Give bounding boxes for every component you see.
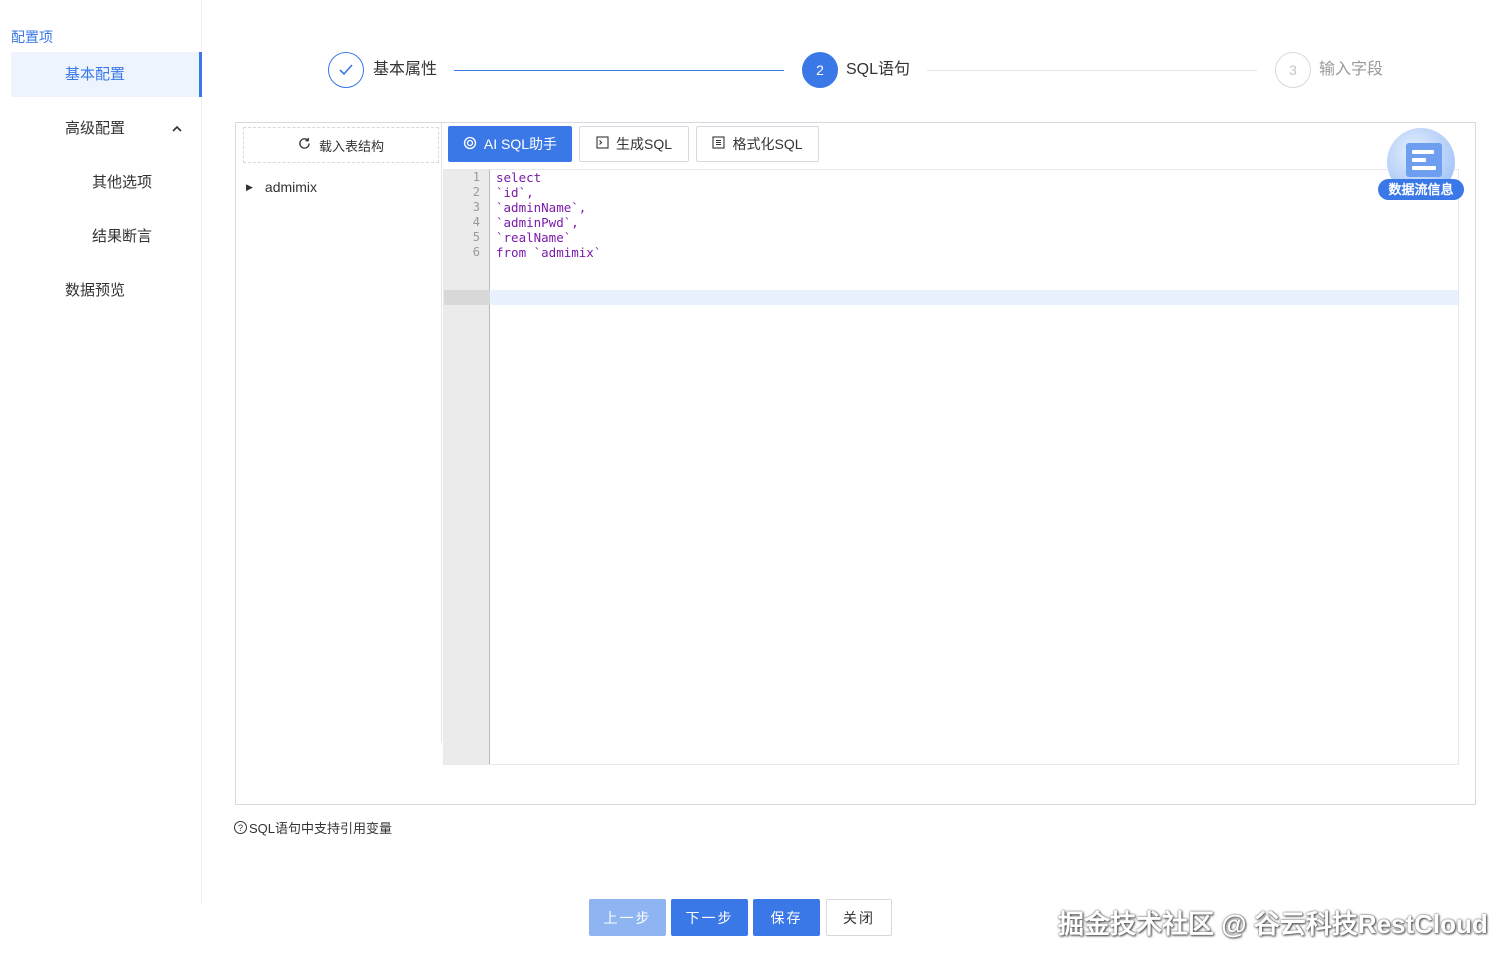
caret-right-icon[interactable]: ▶	[246, 182, 253, 193]
tree-node-label: admimix	[264, 179, 318, 195]
code-line: `id`,	[496, 185, 534, 200]
sidebar-item-label: 高级配置	[65, 120, 126, 137]
sidebar-item-advanced-config[interactable]: 高级配置	[11, 106, 202, 151]
variable-hint-text: SQL语句中支持引用变量	[249, 821, 393, 836]
data-flow-info-button[interactable]: 数据流信息	[1378, 128, 1466, 204]
step-3-label: 输入字段	[1319, 61, 1384, 78]
step-2-number: 2	[802, 52, 838, 88]
step-2-label: SQL语句	[846, 61, 911, 78]
sql-panel: 载入表结构 ▶ admimix AI SQL助手 生成SQL 格式化SQL 1 …	[235, 122, 1476, 805]
format-sql-button[interactable]: 格式化SQL	[696, 126, 819, 162]
step-connector	[454, 70, 784, 71]
sidebar-item-result-assertion[interactable]: 结果断言	[11, 214, 202, 259]
sidebar-item-label: 其他选项	[92, 174, 153, 191]
terminal-icon	[596, 136, 609, 152]
ai-sql-assistant-label: AI SQL助手	[483, 136, 558, 152]
active-line-gutter	[444, 290, 490, 305]
sidebar: 配置项 基本配置 高级配置 其他选项 结果断言 数据预览	[0, 0, 202, 905]
active-line-highlight	[490, 290, 1458, 305]
line-number: 1	[472, 170, 480, 184]
sidebar-item-label: 数据预览	[65, 282, 126, 299]
step-1-label: 基本属性	[373, 61, 438, 78]
variable-hint: ? SQL语句中支持引用变量	[234, 818, 392, 837]
tree-node[interactable]: ▶ admimix	[246, 179, 317, 195]
format-sql-label: 格式化SQL	[732, 136, 803, 152]
code-line: `realName`	[496, 230, 572, 245]
step-1-check-icon	[328, 52, 364, 88]
load-table-structure-label: 载入表结构	[318, 138, 384, 154]
code-line: `adminName`,	[496, 200, 587, 215]
generate-sql-button[interactable]: 生成SQL	[579, 126, 689, 162]
next-step-button[interactable]: 下一步	[671, 899, 748, 936]
step-3-number: 3	[1275, 52, 1311, 88]
line-number: 4	[472, 215, 480, 229]
line-number: 5	[472, 230, 480, 244]
load-table-structure-button[interactable]: 载入表结构	[243, 127, 439, 163]
ai-icon	[463, 136, 477, 153]
prev-step-button[interactable]: 上一步	[589, 899, 666, 936]
sql-code-editor[interactable]: 1 2 3 4 5 6 select `id`, `adminName`, `a…	[443, 169, 1459, 765]
sidebar-item-basic-config[interactable]: 基本配置	[11, 52, 202, 97]
close-button[interactable]: 关闭	[826, 899, 892, 936]
line-number: 3	[472, 200, 480, 214]
document-icon	[1406, 143, 1442, 177]
sidebar-header: 配置项	[11, 29, 53, 45]
format-icon	[712, 136, 726, 152]
sidebar-item-other-options[interactable]: 其他选项	[11, 160, 202, 205]
save-button[interactable]: 保存	[753, 899, 820, 936]
help-circle-icon: ?	[234, 821, 247, 834]
code-line: select	[496, 170, 542, 185]
line-number: 6	[472, 245, 480, 259]
code-line: from `admimix`	[496, 245, 602, 260]
refresh-icon	[298, 137, 311, 153]
watermark: 掘金技术社区 @ 谷云科技RestCloud	[1058, 909, 1488, 939]
step-connector	[927, 70, 1257, 71]
ai-sql-assistant-button[interactable]: AI SQL助手	[448, 126, 572, 162]
data-flow-info-label: 数据流信息	[1378, 179, 1464, 200]
line-number: 2	[472, 185, 480, 199]
table-tree-pane: 载入表结构 ▶ admimix	[236, 123, 442, 743]
sidebar-item-label: 结果断言	[92, 228, 153, 245]
sidebar-item-data-preview[interactable]: 数据预览	[11, 268, 202, 313]
generate-sql-label: 生成SQL	[615, 136, 672, 152]
sidebar-item-label: 基本配置	[65, 66, 126, 83]
code-line: `adminPwd`,	[496, 215, 579, 230]
